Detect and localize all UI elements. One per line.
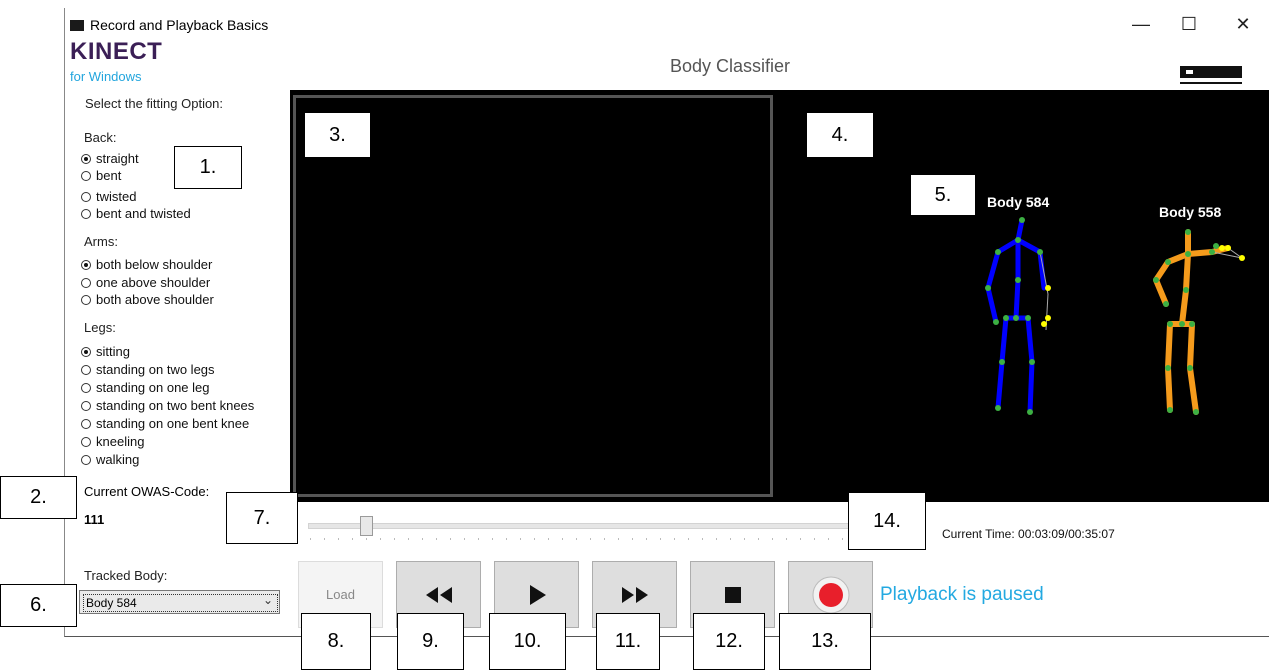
callout-12: 12.: [693, 613, 765, 670]
radio-circle[interactable]: [81, 277, 91, 288]
callout-11: 11.: [596, 613, 660, 670]
body-label-558: Body 558: [1159, 204, 1222, 220]
callout-5: 5.: [910, 174, 976, 216]
callout-6: 6.: [0, 584, 77, 627]
rewind-icon: [425, 586, 452, 603]
radio-circle[interactable]: [81, 170, 91, 181]
radio-circle[interactable]: [81, 346, 91, 357]
load-button-label: Load: [326, 587, 355, 602]
legs-group-label: Legs:: [84, 320, 116, 335]
radio-label: standing on one leg: [96, 380, 210, 395]
back-radio-bent[interactable]: bent: [81, 168, 121, 183]
stop-icon: [724, 586, 741, 603]
kinect-sensor-light: [1186, 70, 1193, 74]
callout-1: 1.: [174, 146, 242, 189]
callout-13: 13.: [779, 613, 871, 670]
radio-circle[interactable]: [81, 208, 91, 219]
radio-circle[interactable]: [81, 418, 91, 429]
skeleton-canvas: [985, 217, 1245, 415]
window-title: Record and Playback Basics: [90, 17, 269, 33]
radio-label: standing on two legs: [96, 362, 215, 377]
radio-label: standing on one bent knee: [96, 416, 250, 431]
radio-label: walking: [96, 452, 140, 467]
record-icon: [812, 576, 849, 613]
skeleton-body-584-hands: [1041, 285, 1051, 327]
radio-label: straight: [96, 151, 139, 166]
callout-9: 9.: [397, 613, 464, 670]
playback-status: Playback is paused: [880, 584, 1044, 605]
radio-circle[interactable]: [81, 400, 91, 411]
maximize-button[interactable]: ☐: [1174, 12, 1204, 36]
callout-3: 3.: [304, 112, 371, 158]
radio-label: kneeling: [96, 434, 145, 449]
radio-label: sitting: [96, 344, 130, 359]
arms-radio-both-above[interactable]: both above shoulder: [81, 292, 214, 307]
radio-circle[interactable]: [81, 259, 91, 270]
tracked-body-label: Tracked Body:: [84, 568, 168, 583]
arms-group-label: Arms:: [84, 234, 118, 249]
radio-label: bent: [96, 168, 122, 183]
legs-radio-standing-one-leg[interactable]: standing on one leg: [81, 380, 209, 395]
kinect-sensor-base: [1180, 82, 1242, 84]
radio-circle[interactable]: [81, 436, 91, 447]
body-label-584: Body 584: [987, 194, 1050, 210]
back-radio-straight[interactable]: straight: [81, 151, 139, 166]
play-icon: [529, 584, 546, 605]
back-radio-bent-and-twisted[interactable]: bent and twisted: [81, 206, 191, 221]
current-time-label: Current Time: 00:03:09/00:35:07: [942, 527, 1115, 541]
select-value: Body 584: [86, 596, 137, 610]
callout-4: 4.: [806, 112, 874, 158]
radio-label: standing on two bent knees: [96, 398, 255, 413]
callout-7: 7.: [226, 492, 298, 544]
timeline-ticks: [310, 538, 850, 540]
back-group-label: Back:: [84, 130, 117, 145]
callout-2: 2.: [0, 476, 77, 519]
radio-circle[interactable]: [81, 153, 91, 164]
legs-radio-two-bent-knees[interactable]: standing on two bent knees: [81, 398, 254, 413]
page-title: Body Classifier: [669, 56, 791, 76]
legs-radio-walking[interactable]: walking: [81, 452, 139, 467]
skeleton-body-558-hands: [1219, 245, 1245, 261]
legs-radio-kneeling[interactable]: kneeling: [81, 434, 144, 449]
chevron-down-icon: ⌄: [262, 593, 273, 607]
close-button[interactable]: ✕: [1228, 12, 1258, 36]
legs-radio-one-bent-knee[interactable]: standing on one bent knee: [81, 416, 249, 431]
fast-forward-icon: [621, 586, 648, 603]
callout-8: 8.: [301, 613, 371, 670]
radio-circle[interactable]: [81, 454, 91, 465]
radio-label: twisted: [96, 189, 137, 204]
app-icon: [70, 20, 84, 31]
owas-code-value: 111: [84, 512, 105, 527]
minimize-button[interactable]: —: [1126, 12, 1156, 36]
arms-radio-one-above[interactable]: one above shoulder: [81, 275, 210, 290]
radio-circle[interactable]: [81, 191, 91, 202]
callout-14: 14.: [848, 492, 926, 550]
select-option-label: Select the fitting Option:: [85, 96, 224, 111]
radio-circle[interactable]: [81, 382, 91, 393]
timeline-slider-thumb[interactable]: [360, 516, 373, 536]
owas-code-label: Current OWAS-Code:: [84, 484, 210, 499]
callout-10: 10.: [489, 613, 566, 670]
arms-radio-both-below[interactable]: both below shoulder: [81, 257, 212, 272]
back-radio-twisted[interactable]: twisted: [81, 189, 136, 204]
radio-label: bent and twisted: [96, 206, 191, 221]
radio-circle[interactable]: [81, 364, 91, 375]
radio-label: one above shoulder: [96, 275, 211, 290]
radio-label: both below shoulder: [96, 257, 213, 272]
legs-radio-standing-two-legs[interactable]: standing on two legs: [81, 362, 215, 377]
radio-circle[interactable]: [81, 294, 91, 305]
kinect-logo-subtitle: for Windows: [70, 69, 142, 84]
kinect-logo: KINECT: [70, 38, 163, 65]
timeline-slider-track[interactable]: [308, 523, 850, 529]
tracked-body-select[interactable]: Body 584 ⌄: [79, 590, 280, 614]
legs-radio-sitting[interactable]: sitting: [81, 344, 130, 359]
radio-label: both above shoulder: [96, 292, 214, 307]
